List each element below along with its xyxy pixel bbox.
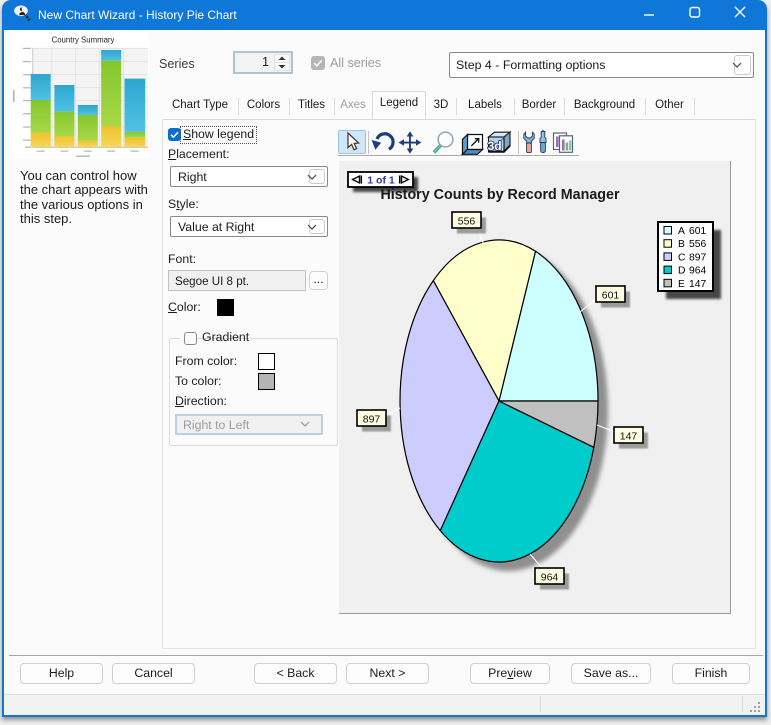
svg-text:601: 601 (689, 226, 706, 237)
svg-text:1 of 1: 1 of 1 (367, 174, 395, 186)
svg-text:3d: 3d (488, 139, 502, 153)
svg-text:897: 897 (689, 252, 706, 263)
svg-text:C: C (678, 252, 686, 263)
svg-text:556: 556 (458, 216, 476, 228)
svg-text:147: 147 (689, 279, 706, 290)
svg-text:964: 964 (689, 266, 706, 277)
svg-text:147: 147 (620, 431, 638, 443)
svg-text:601: 601 (602, 290, 620, 302)
svg-text:E: E (678, 279, 685, 290)
svg-text:556: 556 (689, 239, 706, 250)
svg-text:897: 897 (363, 414, 381, 426)
svg-text:A: A (678, 226, 685, 237)
svg-text:964: 964 (541, 572, 559, 584)
svg-text:B: B (678, 239, 685, 250)
svg-text:D: D (678, 266, 685, 277)
svg-text:Country Summary: Country Summary (52, 36, 115, 45)
